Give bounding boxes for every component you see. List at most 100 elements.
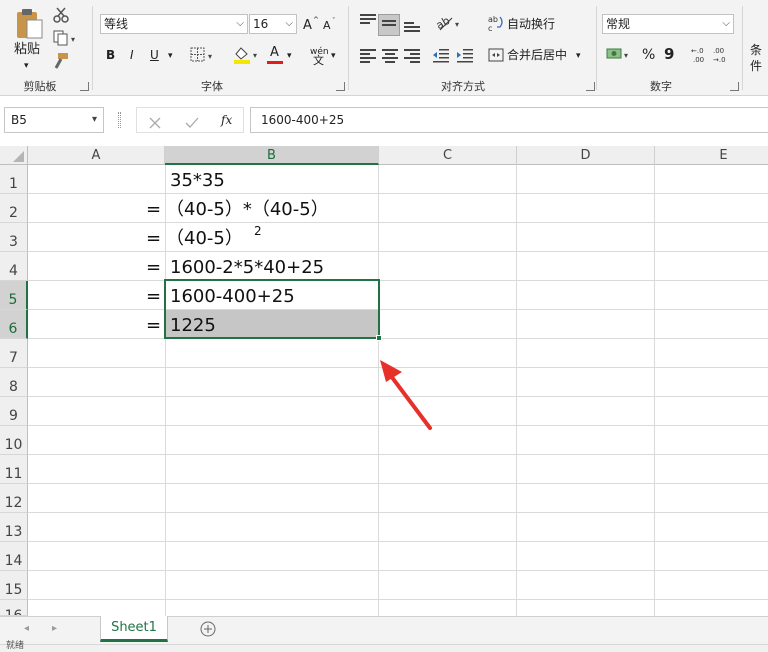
row-header-14[interactable]: 14 (0, 542, 28, 571)
chevron-down-icon: ⌵ (236, 18, 244, 29)
merge-center-icon (488, 47, 504, 63)
format-painter-icon[interactable] (53, 52, 69, 70)
status-text: 就绪 (6, 641, 25, 651)
row-header-11[interactable]: 11 (0, 455, 28, 484)
scroll-left-icon[interactable]: ◂ (24, 623, 29, 634)
row-header-1[interactable]: 1 (0, 165, 28, 194)
svg-text:▾: ▾ (208, 52, 212, 61)
paste-icon[interactable] (14, 8, 44, 40)
orientation-icon[interactable]: ab ▾ (434, 14, 464, 32)
paste-button[interactable]: 粘贴 (14, 42, 40, 58)
formula-input[interactable]: 1600-400+25 (250, 107, 768, 133)
conditional-format-button[interactable]: 条件 (750, 42, 768, 74)
row-header-4[interactable]: 4 (0, 252, 28, 281)
decrease-font-icon[interactable]: Aˇ (323, 15, 339, 32)
font-launcher-icon[interactable] (336, 82, 345, 91)
number-launcher-icon[interactable] (730, 82, 739, 91)
scroll-right-icon[interactable]: ▸ (52, 623, 57, 634)
chevron-down-icon: ▾ (91, 114, 97, 125)
clipboard-launcher-icon[interactable] (80, 82, 89, 91)
percent-button[interactable]: % (642, 47, 655, 63)
underline-dropdown-icon[interactable]: ▾ (168, 48, 173, 64)
row-header-2[interactable]: 2 (0, 194, 28, 223)
sheet-tab-active[interactable]: Sheet1 (100, 616, 168, 642)
name-box[interactable]: B5 ▾ (4, 107, 104, 133)
row-header-6[interactable]: 6 (0, 310, 28, 339)
row-header-10[interactable]: 10 (0, 426, 28, 455)
fill-handle[interactable] (376, 335, 382, 341)
font-size-combo[interactable]: 16 ⌵ (249, 14, 297, 34)
merge-center-button[interactable]: 合并后居中 (507, 47, 567, 63)
font-color-button[interactable]: A (270, 45, 279, 61)
cell-a3[interactable]: = (146, 224, 161, 253)
svg-text:c: c (488, 24, 492, 32)
align-top-icon[interactable] (360, 14, 376, 26)
increase-font-icon[interactable]: A ^ (303, 15, 319, 33)
row-header-8[interactable]: 8 (0, 368, 28, 397)
copy-icon[interactable]: ▾ (53, 30, 79, 46)
row-header-7[interactable]: 7 (0, 339, 28, 368)
paste-dropdown-icon[interactable]: ▾ (24, 58, 29, 74)
cell-b4[interactable]: 1600-2*5*40+25 (170, 253, 324, 282)
underline-button[interactable]: U (150, 47, 159, 63)
select-all-corner[interactable] (0, 146, 28, 165)
phonetic-dropdown-icon[interactable]: ▾ (331, 48, 336, 64)
cancel-icon[interactable] (149, 114, 161, 129)
cell-b2[interactable]: （40-5）*（40-5） (166, 195, 329, 224)
svg-text:▾: ▾ (71, 35, 75, 44)
column-header-e[interactable]: E (655, 146, 768, 165)
chevron-down-icon: ⌵ (285, 18, 293, 29)
row-header-5[interactable]: 5 (0, 281, 28, 310)
bold-button[interactable]: B (106, 47, 115, 63)
number-format-combo[interactable]: 常规 ⌵ (602, 14, 734, 34)
cell-a4[interactable]: = (146, 253, 161, 282)
enter-check-icon[interactable] (185, 114, 199, 128)
align-left-icon[interactable] (360, 49, 376, 65)
cell-a2[interactable]: = (146, 195, 161, 224)
align-center-icon[interactable] (382, 49, 398, 65)
formula-bar-grip[interactable] (118, 112, 121, 128)
column-header-b[interactable]: B (165, 146, 379, 165)
row-header-13[interactable]: 13 (0, 513, 28, 542)
increase-decimal-icon[interactable]: ←.0.00 (690, 45, 708, 64)
font-name-value: 等线 (104, 17, 129, 31)
wrap-text-button[interactable]: 自动换行 (507, 16, 555, 32)
column-header-d[interactable]: D (517, 146, 655, 165)
font-color-dropdown-icon[interactable]: ▾ (287, 48, 292, 64)
alignment-launcher-icon[interactable] (586, 82, 595, 91)
align-right-icon[interactable] (404, 49, 420, 65)
font-color-bar (267, 61, 283, 64)
svg-text:.00: .00 (713, 47, 724, 55)
align-middle-icon[interactable] (382, 20, 396, 28)
cell-b3[interactable]: （40-5） (166, 224, 243, 253)
align-bottom-icon[interactable] (404, 22, 420, 34)
font-size-value: 16 (253, 17, 269, 31)
decrease-indent-icon[interactable] (432, 47, 450, 63)
cell-b1[interactable]: 35*35 (170, 166, 225, 195)
row-header-16[interactable]: 16 (0, 600, 28, 616)
row-header-15[interactable]: 15 (0, 571, 28, 600)
font-name-combo[interactable]: 等线 ⌵ (100, 14, 248, 34)
column-header-c[interactable]: C (379, 146, 517, 165)
row-header-12[interactable]: 12 (0, 484, 28, 513)
number-format-value: 常规 (606, 17, 631, 31)
sheet-tab-bar: ◂ ▸ Sheet1 (0, 616, 768, 644)
column-header-a[interactable]: A (28, 146, 165, 165)
row-header-3[interactable]: 3 (0, 223, 28, 252)
accounting-format-icon[interactable]: ▾ (606, 45, 632, 63)
comma-button[interactable]: 9 (664, 46, 674, 62)
fill-color-icon[interactable]: ▾ (232, 45, 262, 65)
add-sheet-icon[interactable] (200, 621, 216, 637)
cell-a5[interactable]: = (146, 282, 161, 311)
decrease-decimal-icon[interactable]: .00 →.0 (712, 45, 730, 64)
svg-text:←.0: ←.0 (691, 47, 704, 55)
italic-button[interactable]: I (130, 47, 134, 63)
wrap-text-icon: ab c (488, 14, 504, 33)
cut-icon[interactable] (53, 7, 69, 23)
insert-function-icon[interactable]: fx (221, 112, 232, 128)
merge-dropdown-icon[interactable]: ▾ (576, 48, 581, 64)
row-header-9[interactable]: 9 (0, 397, 28, 426)
cell-a6[interactable]: = (146, 311, 161, 340)
increase-indent-icon[interactable] (456, 47, 474, 63)
borders-icon[interactable]: ▾ (190, 47, 216, 63)
